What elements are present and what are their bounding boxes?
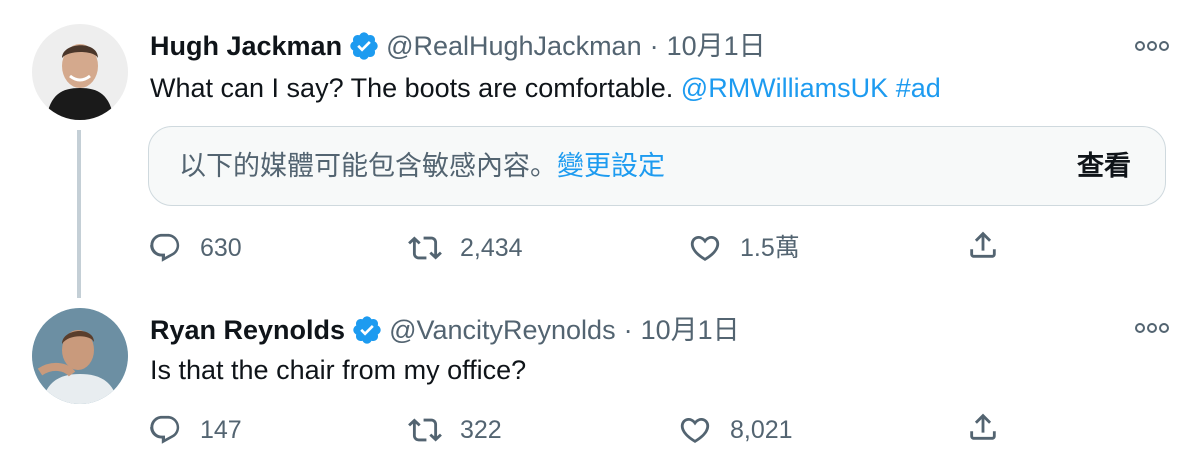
hashtag-link[interactable]: #ad: [896, 73, 941, 103]
tweet-text: What can I say? The boots are comfortabl…: [150, 70, 941, 106]
author-handle[interactable]: @VancityReynolds: [389, 312, 616, 348]
tweet-actions: 630 2,434 1.5萬: [148, 228, 1008, 268]
author-handle[interactable]: @RealHughJackman: [386, 28, 642, 64]
tweet-date[interactable]: 10月1日: [641, 312, 740, 348]
reply-button[interactable]: 147: [148, 410, 242, 450]
like-count: 1.5萬: [740, 234, 800, 262]
like-button[interactable]: 8,021: [678, 410, 793, 450]
separator-dot: ·: [623, 315, 633, 345]
retweet-button[interactable]: 2,434: [408, 228, 523, 268]
like-button[interactable]: 1.5萬: [688, 228, 800, 268]
reply-count: 630: [200, 234, 242, 262]
mention-link[interactable]: @RMWilliamsUK: [681, 73, 888, 103]
retweet-count: 2,434: [460, 234, 523, 262]
share-button[interactable]: [966, 228, 1018, 262]
retweet-icon: [408, 418, 442, 442]
view-button[interactable]: 查看: [1077, 149, 1131, 185]
tweet-date[interactable]: 10月1日: [667, 28, 766, 64]
like-icon: [690, 235, 720, 261]
verified-badge-icon: [351, 314, 383, 346]
retweet-button[interactable]: 322: [408, 410, 502, 450]
tweet-hugh-jackman[interactable]: Hugh Jackman @RealHughJackman · 10月1日 Wh…: [0, 0, 1200, 300]
share-icon: [970, 231, 996, 258]
author-name[interactable]: Hugh Jackman: [150, 28, 342, 64]
author-name[interactable]: Ryan Reynolds: [150, 312, 345, 348]
separator-dot: ·: [649, 31, 659, 61]
tweet-header: Ryan Reynolds @VancityReynolds · 10月1日: [150, 312, 740, 348]
verified-badge-icon: [348, 30, 380, 62]
sensitive-notice-message: 以下的媒體可能包含敏感內容。: [179, 151, 557, 182]
reply-count: 147: [200, 416, 242, 444]
avatar[interactable]: [32, 24, 128, 120]
sensitive-media-notice: 以下的媒體可能包含敏感內容。變更設定 查看: [148, 126, 1166, 206]
tweet-body: What can I say? The boots are comfortabl…: [150, 73, 681, 103]
more-icon[interactable]: [1134, 318, 1170, 338]
reply-icon: [150, 415, 180, 444]
more-icon[interactable]: [1134, 36, 1170, 56]
avatar-image-icon: [32, 308, 128, 404]
retweet-icon: [408, 236, 442, 260]
reply-icon: [150, 233, 180, 262]
avatar[interactable]: [32, 308, 128, 404]
tweet-text: Is that the chair from my office?: [150, 355, 527, 385]
tweet-actions: 147 322 8,021: [148, 410, 1008, 450]
like-icon: [680, 417, 710, 443]
reply-button[interactable]: 630: [148, 228, 242, 268]
share-icon: [970, 413, 996, 440]
change-settings-link[interactable]: 變更設定: [557, 151, 665, 182]
thread-line: [77, 130, 81, 298]
tweet-header: Hugh Jackman @RealHughJackman · 10月1日: [150, 28, 766, 64]
share-button[interactable]: [966, 410, 1018, 444]
like-count: 8,021: [730, 416, 793, 444]
tweet-ryan-reynolds[interactable]: Ryan Reynolds @VancityReynolds · 10月1日 I…: [0, 300, 1200, 464]
retweet-count: 322: [460, 416, 502, 444]
sensitive-notice-text: 以下的媒體可能包含敏感內容。變更設定: [179, 149, 665, 185]
avatar-image-icon: [32, 24, 128, 120]
